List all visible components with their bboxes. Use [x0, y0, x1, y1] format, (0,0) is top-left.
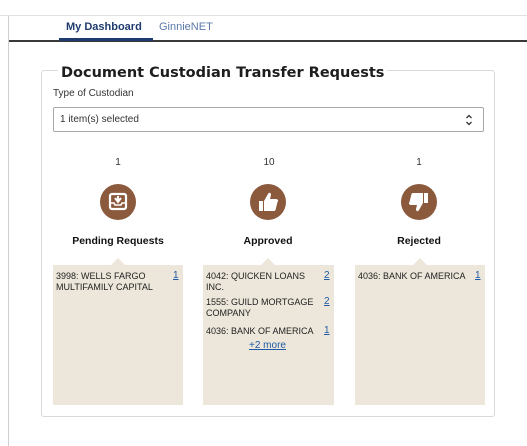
approved-more-link[interactable]: +2 more	[249, 340, 286, 351]
pending-count: 1	[115, 157, 121, 168]
approved-item-count-link[interactable]: 1	[324, 325, 330, 336]
pending-item-name: 3998: WELLS FARGO MULTIFAMILY CAPITAL	[56, 271, 153, 292]
pending-label: Pending Requests	[72, 235, 164, 247]
approved-item-count-link[interactable]: 2	[324, 270, 330, 281]
pending-icon-circle[interactable]	[100, 184, 136, 220]
left-edge-divider	[8, 16, 9, 446]
custodian-type-label: Type of Custodian	[53, 88, 134, 99]
inbox-icon	[108, 192, 128, 211]
approved-label: Approved	[243, 235, 293, 247]
rejected-panel-notch	[413, 258, 427, 265]
up-down-chevron-icon	[466, 114, 472, 126]
tab-my-dashboard[interactable]: My Dashboard	[66, 21, 142, 33]
approved-count: 10	[263, 157, 275, 168]
pending-panel: 3998: WELLS FARGO MULTIFAMILY CAPITAL 1	[53, 258, 183, 405]
tab-ginnienet[interactable]: GinnieNET	[159, 21, 213, 33]
pending-item-count-link[interactable]: 1	[173, 270, 179, 281]
rejected-item-name: 4036: BANK OF AMERICA	[358, 271, 466, 281]
approved-item-count-link[interactable]: 2	[324, 296, 330, 307]
approved-item-name: 1555: GUILD MORTGAGE COMPANY	[206, 297, 314, 318]
rejected-icon-circle[interactable]	[401, 184, 437, 220]
active-tab-indicator	[59, 38, 153, 41]
select-value: 1 item(s) selected	[60, 114, 139, 125]
approved-icon-circle[interactable]	[250, 184, 286, 220]
rejected-item-count-link[interactable]: 1	[475, 270, 481, 281]
card-title: Document Custodian Transfer Requests	[58, 65, 388, 81]
rejected-count: 1	[416, 157, 422, 168]
thumbs-up-icon	[259, 192, 278, 211]
top-strip	[0, 0, 527, 16]
approved-panel-notch	[261, 258, 275, 265]
thumbs-down-icon	[409, 193, 428, 212]
custodian-type-select[interactable]: 1 item(s) selected	[53, 107, 484, 132]
approved-item-name: 4042: QUICKEN LOANS INC.	[206, 271, 306, 292]
approved-item-name: 4036: BANK OF AMERICA	[206, 326, 314, 336]
top-nav: My Dashboard GinnieNET	[9, 16, 527, 42]
rejected-label: Rejected	[397, 235, 441, 247]
pending-panel-notch	[111, 258, 125, 265]
approved-panel: 4042: QUICKEN LOANS INC. 2 1555: GUILD M…	[203, 258, 334, 405]
rejected-panel: 4036: BANK OF AMERICA 1	[355, 258, 485, 405]
